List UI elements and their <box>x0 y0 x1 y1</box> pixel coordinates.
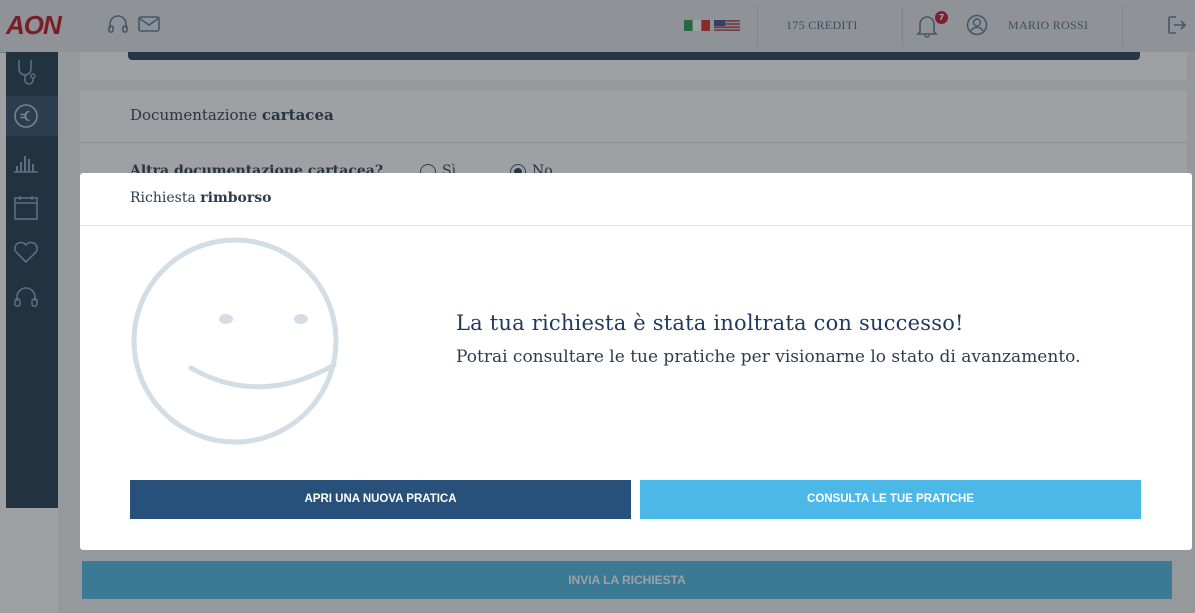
modal-title: Richiesta rimborso <box>130 190 271 206</box>
success-message-title: La tua richiesta è stata inoltrata con s… <box>456 311 964 335</box>
success-message-body: Potrai consultare le tue pratiche per vi… <box>456 347 1081 367</box>
view-claims-button[interactable]: CONSULTA LE TUE PRATICHE <box>640 480 1141 519</box>
modal-header: Richiesta rimborso <box>80 173 1192 226</box>
modal-title-bold: rimborso <box>200 190 272 206</box>
new-claim-button[interactable]: APRI UNA NUOVA PRATICA <box>130 480 631 519</box>
modal-title-prefix: Richiesta <box>130 190 196 206</box>
success-modal: Richiesta rimborso La tua richiesta è st… <box>80 173 1192 550</box>
smiley-face-icon <box>131 237 339 445</box>
